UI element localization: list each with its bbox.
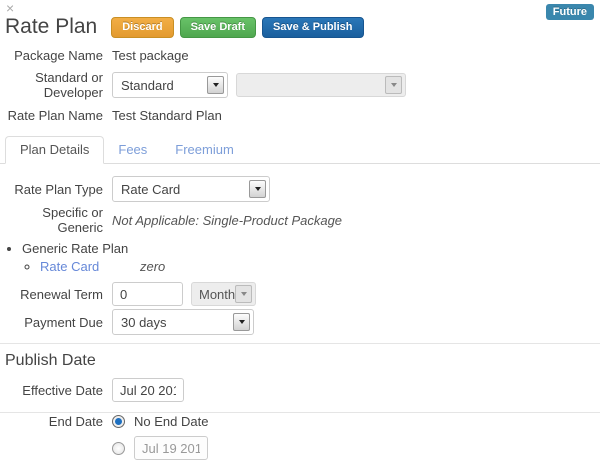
rate-plan-type-label: Rate Plan Type xyxy=(0,182,112,197)
rate-card-value: zero xyxy=(140,259,165,274)
standard-or-developer-label: Standard or Developer xyxy=(0,70,112,100)
payment-due-selected-value: 30 days xyxy=(121,315,167,330)
chevron-down-icon xyxy=(207,76,224,94)
rate-plan-name-label: Rate Plan Name xyxy=(0,108,112,123)
specific-or-generic-value: Not Applicable: Single-Product Package xyxy=(112,213,342,228)
save-draft-button[interactable]: Save Draft xyxy=(180,17,256,38)
end-date-input xyxy=(134,436,208,460)
rate-card-item: Rate Card zero xyxy=(40,259,600,274)
renewal-term-label: Renewal Term xyxy=(0,287,112,302)
rate-plan-name-value: Test Standard Plan xyxy=(112,108,222,123)
generic-rate-plan-list: Generic Rate Plan Rate Card zero xyxy=(22,241,600,274)
rate-plan-name-row: Rate Plan Name Test Standard Plan xyxy=(0,103,600,127)
effective-date-row: Effective Date xyxy=(0,378,600,402)
package-name-row: Package Name Test package xyxy=(0,43,600,67)
generic-rate-plan-title: Generic Rate Plan xyxy=(22,241,128,256)
specific-or-generic-label: Specific or Generic xyxy=(0,205,112,235)
secondary-select-disabled xyxy=(236,73,406,97)
page-header: Rate Plan Discard Save Draft Save & Publ… xyxy=(0,0,600,43)
renewal-term-row: Renewal Term Month xyxy=(0,282,600,306)
status-badge: Future xyxy=(546,4,594,20)
specific-or-generic-row: Specific or Generic Not Applicable: Sing… xyxy=(0,205,600,235)
standard-or-developer-selected-value: Standard xyxy=(121,78,174,93)
bottom-divider xyxy=(0,412,600,413)
tab-freemium[interactable]: Freemium xyxy=(161,137,248,163)
package-name-label: Package Name xyxy=(0,48,112,63)
no-end-date-radio[interactable] xyxy=(112,415,125,428)
renewal-term-unit-value: Month xyxy=(199,287,235,302)
rate-plan-type-row: Rate Plan Type Rate Card xyxy=(0,176,600,202)
tab-fees[interactable]: Fees xyxy=(104,137,161,163)
section-divider xyxy=(0,343,600,344)
chevron-down-icon xyxy=(233,313,250,331)
publish-date-title: Publish Date xyxy=(0,350,600,378)
package-name-value: Test package xyxy=(112,48,189,63)
discard-button[interactable]: Discard xyxy=(111,17,173,38)
tab-plan-details[interactable]: Plan Details xyxy=(5,136,104,164)
payment-due-row: Payment Due 30 days xyxy=(0,309,600,335)
standard-or-developer-select[interactable]: Standard xyxy=(112,72,228,98)
rate-plan-type-selected-value: Rate Card xyxy=(121,182,180,197)
tab-bar: Plan Details Fees Freemium xyxy=(0,137,600,164)
payment-due-label: Payment Due xyxy=(0,315,112,330)
renewal-term-input[interactable] xyxy=(112,282,183,306)
payment-due-select[interactable]: 30 days xyxy=(112,309,254,335)
renewal-term-unit-select: Month xyxy=(191,282,256,306)
rate-plan-type-select[interactable]: Rate Card xyxy=(112,176,270,202)
close-icon[interactable]: × xyxy=(6,1,14,15)
generic-rate-plan-item: Generic Rate Plan Rate Card zero xyxy=(22,241,600,274)
page-title: Rate Plan xyxy=(5,15,97,39)
end-date-value-row xyxy=(0,436,600,460)
rate-card-link[interactable]: Rate Card xyxy=(40,259,140,274)
chevron-down-icon xyxy=(235,285,252,303)
effective-date-input[interactable] xyxy=(112,378,184,402)
chevron-down-icon xyxy=(249,180,266,198)
standard-or-developer-row: Standard or Developer Standard xyxy=(0,70,600,100)
save-publish-button[interactable]: Save & Publish xyxy=(262,17,363,38)
chevron-down-icon xyxy=(385,76,402,94)
effective-date-label: Effective Date xyxy=(0,383,112,398)
end-date-radio[interactable] xyxy=(112,442,125,455)
